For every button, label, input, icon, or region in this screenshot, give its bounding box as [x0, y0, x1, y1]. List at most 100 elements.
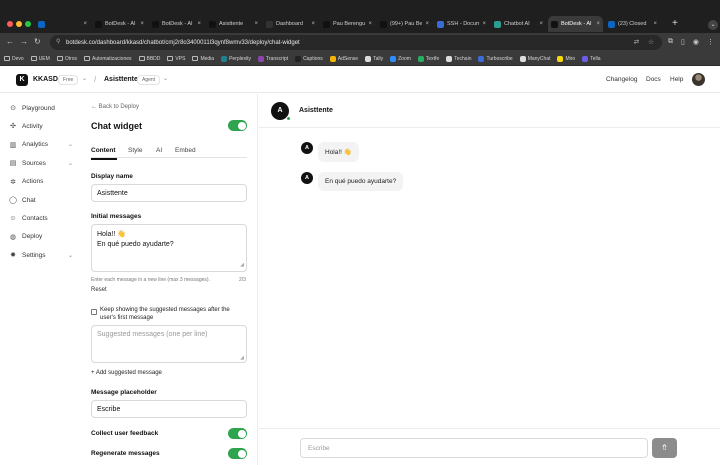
workspace-logo[interactable]: K: [16, 74, 28, 86]
workspace-switcher-icon[interactable]: ⌄: [82, 75, 87, 82]
browser-tab[interactable]: BotDesk - AI ×: [92, 16, 147, 32]
close-tab-icon[interactable]: ×: [539, 21, 543, 27]
bookmark-item[interactable]: AdSense: [329, 55, 358, 62]
bookmark-item[interactable]: UEM: [30, 56, 50, 62]
reset-link[interactable]: Reset: [91, 287, 107, 293]
browser-tab[interactable]: (99+) Pau Be ×: [377, 16, 432, 32]
bookmark-item[interactable]: Media: [192, 56, 214, 62]
initial-messages-label: Initial messages: [91, 213, 142, 220]
bookmark-item[interactable]: ManyChat: [519, 55, 550, 62]
close-window-icon[interactable]: [7, 21, 13, 27]
browser-tab[interactable]: Pau Berengu ×: [320, 16, 375, 32]
changelog-link[interactable]: Changelog: [606, 76, 637, 83]
sidebar-item-actions[interactable]: ✲ Actions: [9, 176, 73, 188]
close-tab-icon[interactable]: ×: [596, 21, 600, 27]
user-avatar[interactable]: [692, 73, 705, 86]
profile-icon[interactable]: ◉: [693, 38, 699, 46]
close-tab-icon[interactable]: ×: [482, 21, 486, 27]
bookmark-item[interactable]: Perplexity: [221, 55, 251, 62]
chat-message-input[interactable]: Escribe: [300, 438, 648, 458]
forward-icon[interactable]: →: [20, 37, 28, 46]
bookmark-item[interactable]: Tally: [365, 55, 383, 62]
resize-handle-icon[interactable]: ◢: [240, 355, 244, 361]
browser-tab[interactable]: SSH - Docum ×: [434, 16, 489, 32]
bookmark-star-icon[interactable]: ☆: [648, 38, 654, 46]
sidebar-item-contacts[interactable]: ☺ Contacts: [9, 212, 73, 224]
tab-search-icon[interactable]: ⌄: [708, 20, 718, 30]
back-icon[interactable]: ←: [6, 37, 14, 46]
collect-feedback-toggle[interactable]: [228, 428, 247, 439]
browser-tab[interactable]: (23) Closed ×: [605, 16, 660, 32]
message-placeholder-input[interactable]: Escribe: [91, 400, 247, 418]
browser-menu-icon[interactable]: ⋮: [707, 38, 714, 46]
sidebar-item-playground[interactable]: ⊙ Playground: [9, 102, 73, 114]
help-link[interactable]: Help: [670, 76, 683, 83]
chat-icon: ◯: [9, 197, 17, 204]
minimize-window-icon[interactable]: [16, 21, 22, 27]
keep-suggested-checkbox[interactable]: [91, 309, 97, 315]
maximize-window-icon[interactable]: [25, 21, 31, 27]
tab-content[interactable]: Content: [91, 147, 116, 154]
bookmark-item[interactable]: Zoom: [390, 55, 411, 62]
close-tab-icon[interactable]: ×: [197, 21, 201, 27]
chevron-down-icon[interactable]: ⌄: [68, 252, 73, 259]
bookmark-item[interactable]: Automatizaciones: [84, 56, 132, 62]
bot-switcher-icon[interactable]: ⌄: [163, 75, 168, 82]
site-info-icon[interactable]: ⚲: [56, 38, 60, 45]
widget-enabled-toggle[interactable]: [228, 120, 247, 131]
chevron-down-icon[interactable]: ⌄: [68, 160, 73, 167]
bookmark-item[interactable]: Miro: [557, 55, 575, 62]
close-tab-icon[interactable]: ×: [425, 21, 429, 27]
tab-embed[interactable]: Embed: [175, 147, 196, 154]
bookmark-item[interactable]: Turboscribe: [478, 55, 513, 62]
new-tab-icon[interactable]: +: [672, 18, 678, 29]
suggested-messages-textarea[interactable]: Suggested messages (one per line) ◢: [91, 325, 247, 363]
close-tab-icon[interactable]: ×: [368, 21, 372, 27]
bookmark-item[interactable]: Devo: [4, 56, 24, 62]
sidebar-item-analytics[interactable]: ▥ Analytics ⌄: [9, 139, 73, 151]
sidepanel-icon[interactable]: ▯: [681, 38, 685, 46]
close-tab-icon[interactable]: ×: [140, 21, 144, 27]
send-button[interactable]: ⇮: [652, 438, 677, 458]
chevron-down-icon[interactable]: ⌄: [68, 141, 73, 148]
browser-tab[interactable]: BotDesk - AI ×: [149, 16, 204, 32]
close-tab-icon[interactable]: ×: [311, 21, 315, 27]
bookmark-item[interactable]: Captions: [295, 55, 323, 62]
bot-name[interactable]: Asisttente: [104, 76, 138, 83]
workspace-name[interactable]: KKASD: [33, 76, 58, 83]
resize-handle-icon[interactable]: ◢: [240, 260, 244, 270]
docs-link[interactable]: Docs: [646, 76, 661, 83]
translate-icon[interactable]: ⇄: [634, 38, 639, 46]
browser-tab[interactable]: Asisttente ×: [206, 16, 261, 32]
browser-tab[interactable]: Dashboard ×: [263, 16, 318, 32]
close-tab-icon[interactable]: ×: [653, 21, 657, 27]
browser-tab[interactable]: Chatbot AI ×: [491, 16, 546, 32]
bookmark-item[interactable]: VPS: [167, 56, 185, 62]
bookmark-item[interactable]: Techain: [446, 55, 471, 62]
address-bar[interactable]: ⚲ botdesk.co/dashboard/kkasd/chatbot/cmj…: [50, 35, 662, 50]
bookmark-item[interactable]: Otros: [56, 56, 77, 62]
back-to-deploy-link[interactable]: ← Back to Deploy: [91, 104, 139, 110]
regenerate-messages-toggle[interactable]: [228, 448, 247, 459]
extensions-icon[interactable]: ⧉: [668, 38, 673, 46]
bookmark-item[interactable]: Transcript: [258, 55, 288, 62]
sidebar-item-settings[interactable]: ✹ Settings ⌄: [9, 249, 73, 261]
sidebar-item-activity[interactable]: ✣ Activity: [9, 120, 73, 132]
sidebar-item-chat[interactable]: ◯ Chat: [9, 194, 73, 206]
bookmark-item[interactable]: Tella: [582, 55, 601, 62]
close-tab-icon[interactable]: ×: [83, 21, 87, 27]
initial-messages-textarea[interactable]: Hola!! 👋 En qué puedo ayudarte? ◢: [91, 224, 247, 272]
bookmark-item[interactable]: Textfe: [417, 55, 439, 62]
browser-tab[interactable]: ×: [35, 16, 90, 32]
tab-ai[interactable]: AI: [156, 147, 162, 154]
display-name-input[interactable]: Asisttente: [91, 184, 247, 202]
sidebar-item-sources[interactable]: ▤ Sources ⌄: [9, 157, 73, 169]
reload-icon[interactable]: ↻: [34, 37, 41, 46]
sidebar-item-deploy[interactable]: ◍ Deploy: [9, 231, 73, 243]
add-suggested-message-button[interactable]: + Add suggested message: [91, 370, 162, 376]
bookmark-label: Devo: [12, 55, 24, 62]
bookmark-item[interactable]: BBDD: [138, 56, 160, 62]
close-tab-icon[interactable]: ×: [254, 21, 258, 27]
browser-tab[interactable]: BotDesk - AI ×: [548, 16, 603, 32]
tab-style[interactable]: Style: [128, 147, 142, 154]
